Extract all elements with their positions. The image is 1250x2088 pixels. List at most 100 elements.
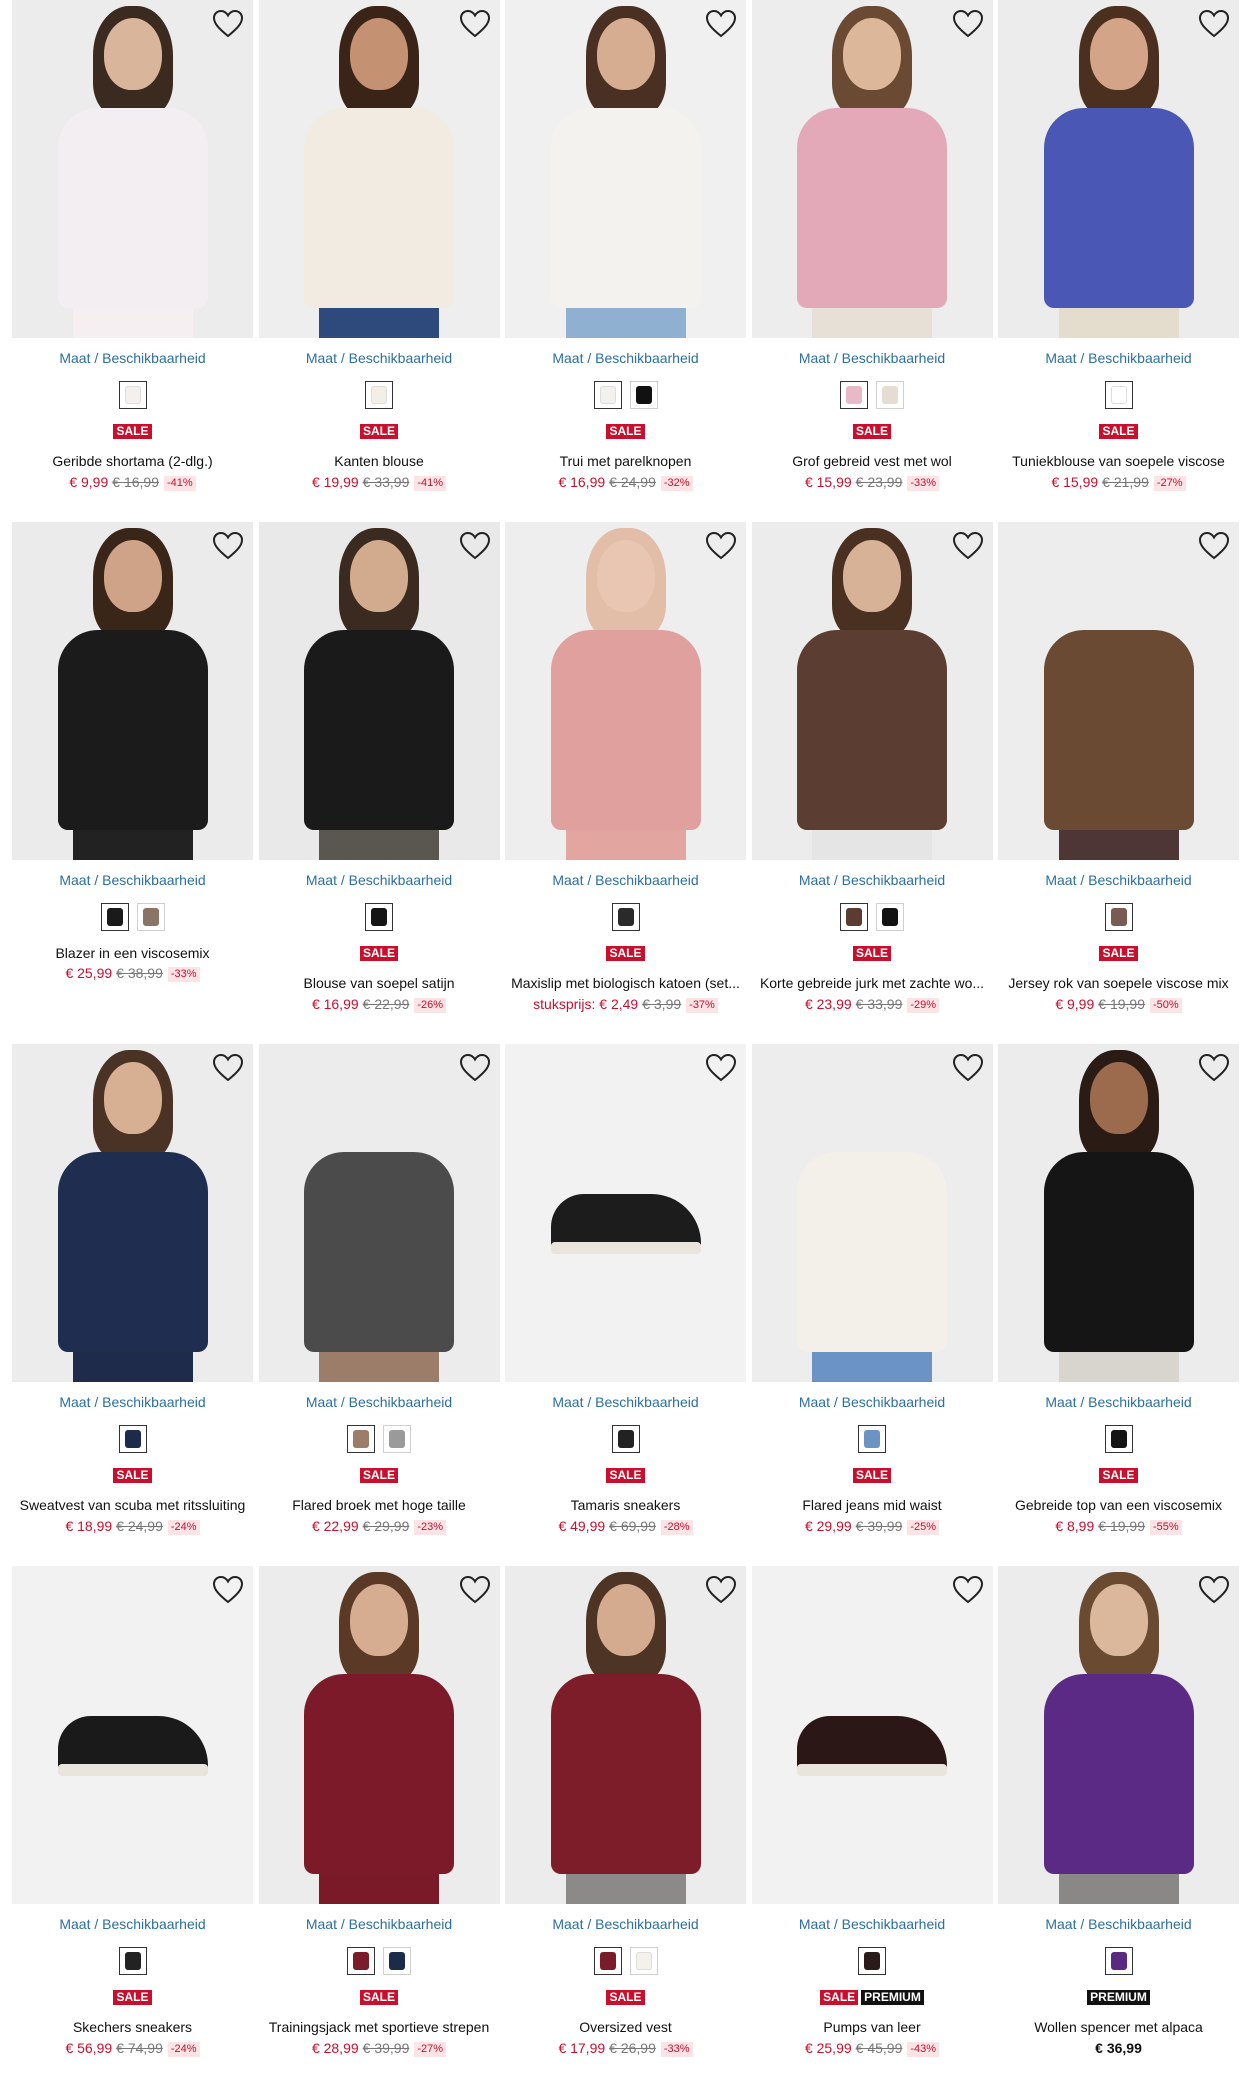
wishlist-heart-icon[interactable]	[705, 9, 737, 38]
size-availability-link[interactable]: Maat / Beschikbaarheid	[12, 350, 253, 366]
product-title[interactable]: Flared broek met hoge taille	[259, 1497, 500, 1513]
size-availability-link[interactable]: Maat / Beschikbaarheid	[752, 872, 993, 888]
product-title[interactable]: Pumps van leer	[752, 2019, 993, 2035]
wishlist-heart-icon[interactable]	[1198, 1053, 1230, 1082]
product-title[interactable]: Gebreide top van een viscosemix	[998, 1497, 1239, 1513]
product-image[interactable]	[998, 1044, 1239, 1382]
product-image[interactable]	[505, 522, 746, 860]
product-title[interactable]: Tamaris sneakers	[505, 1497, 746, 1513]
wishlist-heart-icon[interactable]	[212, 531, 244, 560]
size-availability-link[interactable]: Maat / Beschikbaarheid	[505, 1916, 746, 1932]
size-availability-link[interactable]: Maat / Beschikbaarheid	[998, 350, 1239, 366]
size-availability-link[interactable]: Maat / Beschikbaarheid	[12, 1916, 253, 1932]
size-availability-link[interactable]: Maat / Beschikbaarheid	[259, 872, 500, 888]
product-image[interactable]	[751, 1044, 993, 1382]
wishlist-heart-icon[interactable]	[459, 1053, 490, 1082]
color-swatch[interactable]	[629, 1947, 658, 1975]
product-image[interactable]	[751, 1566, 993, 1904]
wishlist-heart-icon[interactable]	[705, 1575, 737, 1604]
size-availability-link[interactable]: Maat / Beschikbaarheid	[505, 1394, 746, 1410]
product-image[interactable]	[258, 522, 500, 860]
color-swatch[interactable]	[858, 1425, 886, 1453]
product-title[interactable]: Skechers sneakers	[12, 2019, 253, 2035]
wishlist-heart-icon[interactable]	[1198, 1575, 1230, 1604]
wishlist-heart-icon[interactable]	[1198, 531, 1230, 560]
product-image[interactable]	[998, 0, 1239, 338]
color-swatch[interactable]	[383, 1947, 411, 1975]
product-image[interactable]	[505, 1044, 746, 1382]
size-availability-link[interactable]: Maat / Beschikbaarheid	[12, 1394, 253, 1410]
product-title[interactable]: Tuniekblouse van soepele viscose	[998, 453, 1239, 469]
size-availability-link[interactable]: Maat / Beschikbaarheid	[998, 1394, 1239, 1410]
color-swatch[interactable]	[611, 1425, 640, 1453]
color-swatch[interactable]	[118, 381, 147, 409]
color-swatch[interactable]	[1104, 903, 1133, 931]
product-title[interactable]: Kanten blouse	[259, 453, 500, 469]
color-swatch[interactable]	[136, 903, 165, 931]
product-title[interactable]: Oversized vest	[505, 2019, 746, 2035]
wishlist-heart-icon[interactable]	[459, 1575, 490, 1604]
product-title[interactable]: Trainingsjack met sportieve strepen	[259, 2019, 500, 2035]
size-availability-link[interactable]: Maat / Beschikbaarheid	[998, 872, 1239, 888]
color-swatch[interactable]	[365, 903, 393, 931]
color-swatch[interactable]	[876, 381, 904, 409]
wishlist-heart-icon[interactable]	[212, 9, 244, 38]
product-image[interactable]	[12, 522, 253, 860]
color-swatch[interactable]	[593, 381, 622, 409]
product-title[interactable]: Jersey rok van soepele viscose mix	[998, 975, 1239, 991]
product-image[interactable]	[751, 0, 993, 338]
color-swatch[interactable]	[629, 381, 658, 409]
color-swatch[interactable]	[858, 1947, 886, 1975]
product-title[interactable]: Blazer in een viscosemix	[12, 945, 253, 961]
color-swatch[interactable]	[347, 1947, 375, 1975]
color-swatch[interactable]	[100, 903, 129, 931]
size-availability-link[interactable]: Maat / Beschikbaarheid	[259, 350, 500, 366]
color-swatch[interactable]	[1104, 381, 1133, 409]
product-title[interactable]: Geribde shortama (2-dlg.)	[12, 453, 253, 469]
wishlist-heart-icon[interactable]	[952, 1575, 983, 1604]
product-image[interactable]	[505, 1566, 746, 1904]
wishlist-heart-icon[interactable]	[459, 9, 490, 38]
product-image[interactable]	[12, 1566, 253, 1904]
wishlist-heart-icon[interactable]	[952, 531, 983, 560]
color-swatch[interactable]	[1104, 1947, 1133, 1975]
color-swatch[interactable]	[347, 1425, 375, 1453]
size-availability-link[interactable]: Maat / Beschikbaarheid	[752, 1916, 993, 1932]
product-title[interactable]: Maxislip met biologisch katoen (set...	[505, 975, 746, 991]
color-swatch[interactable]	[118, 1947, 147, 1975]
wishlist-heart-icon[interactable]	[1198, 9, 1230, 38]
color-swatch[interactable]	[593, 1947, 622, 1975]
wishlist-heart-icon[interactable]	[952, 9, 983, 38]
color-swatch[interactable]	[365, 381, 393, 409]
product-image[interactable]	[751, 522, 993, 860]
color-swatch[interactable]	[1104, 1425, 1133, 1453]
product-title[interactable]: Wollen spencer met alpaca	[998, 2019, 1239, 2035]
size-availability-link[interactable]: Maat / Beschikbaarheid	[259, 1916, 500, 1932]
wishlist-heart-icon[interactable]	[459, 531, 490, 560]
product-image[interactable]	[998, 1566, 1239, 1904]
product-title[interactable]: Blouse van soepel satijn	[259, 975, 500, 991]
color-swatch[interactable]	[118, 1425, 147, 1453]
product-title[interactable]: Korte gebreide jurk met zachte wo...	[752, 975, 993, 991]
color-swatch[interactable]	[383, 1425, 411, 1453]
product-title[interactable]: Trui met parelknopen	[505, 453, 746, 469]
size-availability-link[interactable]: Maat / Beschikbaarheid	[752, 1394, 993, 1410]
size-availability-link[interactable]: Maat / Beschikbaarheid	[752, 350, 993, 366]
product-title[interactable]: Grof gebreid vest met wol	[752, 453, 993, 469]
product-image[interactable]	[12, 0, 253, 338]
size-availability-link[interactable]: Maat / Beschikbaarheid	[259, 1394, 500, 1410]
size-availability-link[interactable]: Maat / Beschikbaarheid	[505, 872, 746, 888]
color-swatch[interactable]	[611, 903, 640, 931]
color-swatch[interactable]	[840, 381, 868, 409]
color-swatch[interactable]	[840, 903, 868, 931]
product-image[interactable]	[12, 1044, 253, 1382]
size-availability-link[interactable]: Maat / Beschikbaarheid	[998, 1916, 1239, 1932]
product-image[interactable]	[258, 0, 500, 338]
wishlist-heart-icon[interactable]	[705, 1053, 737, 1082]
wishlist-heart-icon[interactable]	[212, 1053, 244, 1082]
size-availability-link[interactable]: Maat / Beschikbaarheid	[505, 350, 746, 366]
product-image[interactable]	[258, 1044, 500, 1382]
product-image[interactable]	[258, 1566, 500, 1904]
product-title[interactable]: Flared jeans mid waist	[752, 1497, 993, 1513]
color-swatch[interactable]	[876, 903, 904, 931]
